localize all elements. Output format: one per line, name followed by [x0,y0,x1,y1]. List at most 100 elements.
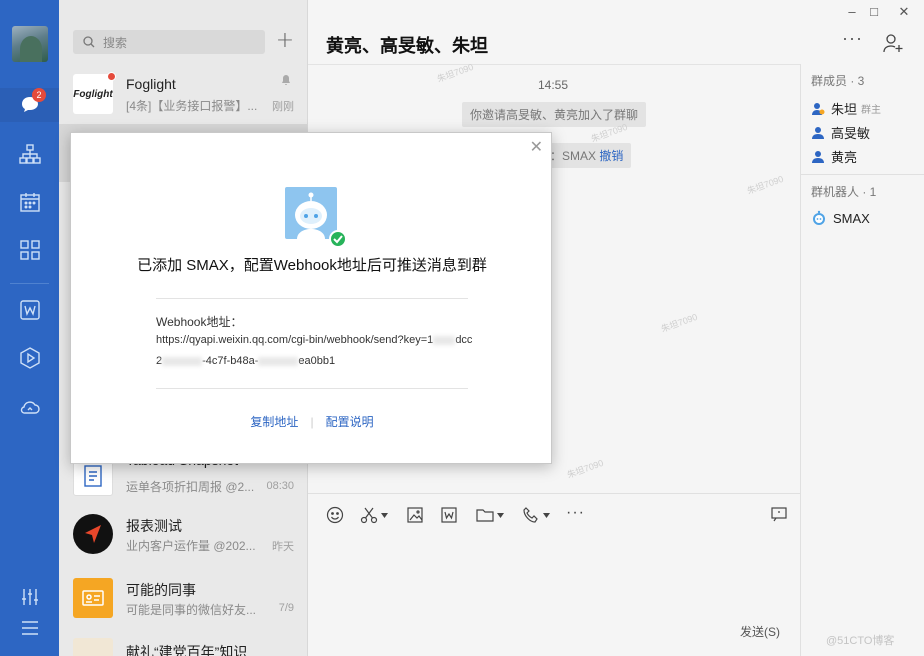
owner-user-icon [812,102,825,115]
search-icon [83,36,95,48]
webhook-url-line1[interactable]: https://qyapi.weixin.qq.com/cgi-bin/webh… [156,334,472,346]
success-check-icon [329,230,347,248]
link-separator: | [310,415,314,429]
redacted-blur [258,356,299,366]
screenshot-button[interactable] [360,506,388,524]
word-doc-icon [441,507,457,523]
conversation-time: 08:30 [266,480,294,492]
redacted-blur [162,356,203,366]
url-text: ea0bb1 [298,355,336,367]
word-doc-icon [19,300,40,320]
nav-settings[interactable] [0,580,59,614]
add-user-icon [883,34,903,53]
conversation-name: 可能的同事 [126,582,196,598]
conversation-name: 献礼“建党百年”知识 [126,644,248,656]
chevron-down-icon [497,512,504,518]
folder-icon [476,509,494,522]
robot-icon [295,192,327,239]
close-window-button[interactable]: ✕ [894,4,914,20]
member-name: 朱坦 [831,102,858,117]
undo-link[interactable]: 撤销 [599,149,623,163]
phone-icon [523,507,538,523]
message-input-area[interactable]: ··· 发送(S) [308,493,800,656]
list-item[interactable]: 献礼“建党百年”知识 [59,628,307,656]
conversation-preview: 可能是同事的微信好友... [126,603,257,617]
member-divider [801,174,924,175]
search-placeholder: 搜索 [103,35,128,50]
webhook-url-line2[interactable]: 2 -4c7f-b48a-ea0bb1 [156,355,335,367]
member-name: 黄亮 [831,150,858,165]
corner-watermark: @51CTO博客 [826,635,895,647]
list-item[interactable]: 报表测试 业内客户运作量 @202... 昨天 [59,504,307,562]
url-text-end: dcc [455,334,473,346]
hexagon-play-icon [19,347,40,369]
close-dialog-button[interactable]: ✕ [530,137,543,156]
conversation-preview: 业内客户运作量 @202... [126,539,256,553]
history-button[interactable] [770,506,788,522]
member-panel: 群成员 · 3 朱坦 群主 高旻敏 黄亮 群机器人 · 1 SMAX [800,64,924,656]
nav-meeting[interactable] [0,341,59,375]
robot-name: SMAX [833,210,870,226]
nav-menu[interactable] [0,611,59,645]
history-avatar [73,638,113,656]
search-input[interactable]: 搜索 [73,30,265,54]
member-item[interactable]: 朱坦 群主 [811,99,881,118]
list-item[interactable]: 可能的同事 可能是同事的微信好友... 7/9 [59,568,307,626]
member-item[interactable]: 黄亮 [811,147,857,166]
conversation-name: 报表测试 [126,518,182,534]
dialog-title: 已添加 SMAX，配置Webhook地址后可推送消息到群 [137,257,487,274]
call-button[interactable] [522,506,550,524]
webhook-label: Webhook地址： [156,315,243,329]
calendar-icon [19,193,40,212]
maximize-button[interactable]: □ [864,4,884,19]
conversation-time: 昨天 [272,541,294,553]
conversation-preview: 运单各项折扣周报 @2... [126,480,255,494]
cloud-icon [20,401,40,414]
watermark: 朱坦7090 [565,457,605,481]
unread-dot [107,72,116,81]
nav-workbench[interactable] [0,233,59,267]
url-text: https://qyapi.weixin.qq.com/cgi-bin/webh… [156,334,434,346]
url-text: -4c7f-b48a- [202,355,259,367]
redacted-blur [433,335,456,345]
member-item[interactable]: 高旻敏 [811,123,870,142]
file-button[interactable] [476,506,504,524]
nav-cloud[interactable] [0,390,59,424]
scissors-icon [360,507,378,524]
colleague-avatar [73,578,113,618]
rail-divider [10,283,49,284]
user-icon [812,150,824,163]
emoji-button[interactable] [326,506,344,524]
robot-item[interactable]: SMAX [811,210,870,226]
add-member-button[interactable] [882,32,904,57]
list-item[interactable]: Foglight Foglight [4条]【业务接口报警】... 刚刚 [59,64,307,122]
member-name: 高旻敏 [831,126,871,141]
more-options-button[interactable]: ··· [842,28,863,49]
nav-contacts[interactable] [0,137,59,171]
config-help-link[interactable]: 配置说明 [326,415,374,429]
copy-address-link[interactable]: 复制地址 [250,415,298,429]
doc-button[interactable] [440,506,458,524]
chevron-down-icon [381,512,388,518]
nav-calendar[interactable] [0,185,59,219]
image-button[interactable] [406,506,424,524]
add-button[interactable]: + [273,30,297,54]
watermark: 朱坦7090 [745,173,785,197]
webhook-dialog: ✕ 已添加 SMAX，配置Webhook地址后可推送消息到群 Webhook地址… [70,132,552,464]
more-tools-button[interactable]: ··· [566,504,585,522]
hamburger-icon [21,621,38,635]
robot-avatar [285,187,337,239]
report-avatar [73,514,113,554]
minimize-button[interactable]: – [842,4,862,19]
conversation-name: Foglight [126,76,176,92]
robots-header: 群机器人 · 1 [811,185,877,199]
nav-docs[interactable] [0,293,59,327]
conversation-preview: [4条]【业务接口报警】... [126,99,258,113]
mute-bell-icon [282,75,290,85]
chat-title: 黄亮、高旻敏、朱坦 [326,36,488,56]
document-icon [84,465,102,487]
send-button[interactable]: 发送(S) [740,623,780,640]
user-avatar[interactable] [12,26,48,62]
sliders-icon [21,589,38,605]
nav-messages[interactable]: 2 [0,88,59,122]
